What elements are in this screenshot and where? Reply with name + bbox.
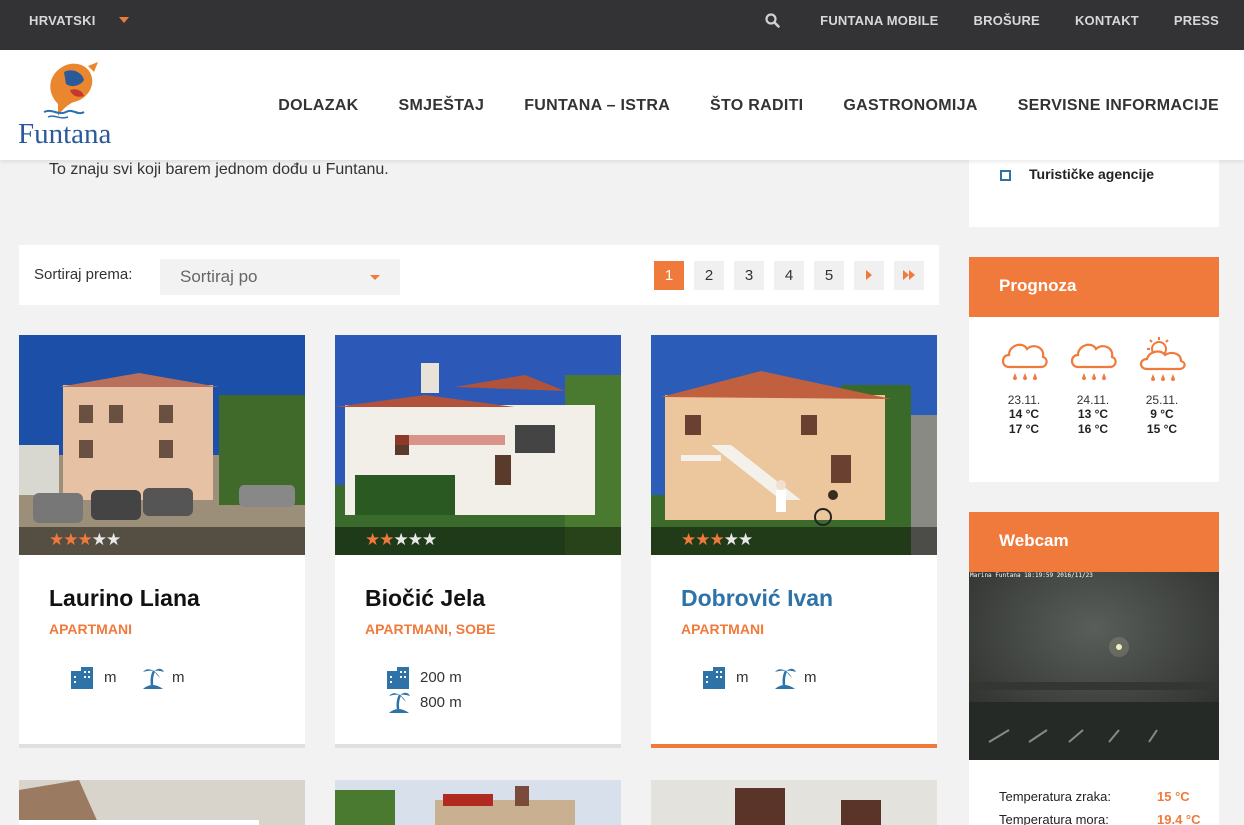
sun-rain-cloud-icon	[1139, 337, 1186, 381]
distance-beach: 800 m	[420, 694, 462, 711]
rating-bar: ★★★★★	[651, 527, 937, 555]
top-link-brochures[interactable]: BROŠURE	[974, 13, 1040, 28]
forecast-panel: 23.11. 14 °C 17 °C 24.11. 13 °C 16 °C 25…	[969, 317, 1219, 482]
logo-text: Funtana	[18, 118, 112, 150]
nav-service-info[interactable]: SERVISNE INFORMACIJE	[1018, 97, 1219, 115]
distance-beach: m	[804, 669, 817, 686]
filter-checkbox[interactable]	[1000, 170, 1011, 181]
webcam-timestamp: Marina Funtana 18:19:59 2016/11/23	[970, 572, 1093, 579]
nav-what-to-do[interactable]: ŠTO RADITI	[710, 97, 803, 115]
page-3[interactable]: 3	[734, 261, 764, 290]
listing-card[interactable]: ★★★★★ Biočić Jela APARTMANI, SOBE 200 m …	[335, 335, 621, 748]
forecast-day: 25.11. 9 °C 15 °C	[1132, 335, 1192, 437]
rain-cloud-icon	[1001, 343, 1048, 380]
webcam-image[interactable]: Marina Funtana 18:19:59 2016/11/23	[969, 572, 1219, 760]
palm-beach-icon	[775, 668, 796, 689]
listing-photo[interactable]: ★★★★★	[651, 335, 937, 555]
page-5[interactable]: 5	[814, 261, 844, 290]
language-selector[interactable]: HRVATSKI	[29, 13, 96, 28]
distance-center: m	[104, 669, 117, 686]
listing-type: APARTMANI	[681, 621, 764, 637]
page-1[interactable]: 1	[654, 261, 684, 290]
pagination: 1 2 3 4 5	[654, 261, 924, 290]
page-4[interactable]: 4	[774, 261, 804, 290]
top-link-press[interactable]: PRESS	[1174, 13, 1219, 28]
forecast-title: Prognoza	[999, 276, 1077, 295]
star-rating: ★★★★★	[365, 530, 437, 550]
listing-name[interactable]: Laurino Liana	[49, 585, 200, 612]
listing-name[interactable]: Dobrović Ivan	[681, 585, 833, 612]
sort-label: Sortiraj prema:	[34, 266, 133, 283]
rating-bar: ★★★★★	[19, 527, 305, 555]
rain-cloud-icon	[1070, 343, 1117, 380]
chevron-down-icon	[370, 275, 380, 280]
webcam-header: Webcam	[969, 512, 1219, 572]
webcam-title: Webcam	[999, 531, 1069, 550]
sea-temp-value: 19.4 °C	[1157, 812, 1201, 825]
forecast-max: 16 °C	[1077, 422, 1109, 436]
building-icon	[703, 667, 725, 689]
listing-photo[interactable]: ★★★★★	[335, 335, 621, 555]
intro-text: To znaju svi koji barem jednom dođu u Fu…	[49, 161, 389, 178]
forecast-date: 25.11.	[1145, 393, 1179, 407]
star-rating: ★★★★★	[49, 530, 121, 550]
nav-arrival[interactable]: DOLAZAK	[278, 97, 358, 115]
rating-bar: ★★★★★	[335, 527, 621, 555]
forecast-date: 23.11.	[1007, 393, 1041, 407]
listing-card[interactable]: ★★★★★ Dobrović Ivan APARTMANI m m	[651, 335, 937, 748]
forecast-max: 17 °C	[1008, 422, 1040, 436]
listing-card-partial[interactable]	[19, 780, 305, 825]
listing-card-partial[interactable]	[651, 780, 937, 825]
air-temp-value: 15 °C	[1157, 789, 1190, 804]
distance-beach: m	[172, 669, 185, 686]
chevron-down-icon[interactable]	[119, 17, 129, 23]
distance-center: 200 m	[420, 669, 462, 686]
filter-panel: Turističke agencije	[969, 160, 1219, 227]
listing-card-partial[interactable]	[335, 780, 621, 825]
forecast-max: 15 °C	[1146, 422, 1178, 436]
listing-type: APARTMANI	[49, 621, 132, 637]
listing-card[interactable]: ★★★★★ Laurino Liana APARTMANI m m	[19, 335, 305, 748]
forecast-date: 24.11.	[1076, 393, 1110, 407]
forecast-min: 9 °C	[1150, 407, 1174, 421]
temperature-panel: Temperatura zraka: 15 °C Temperatura mor…	[969, 760, 1219, 825]
nav-funtana-istra[interactable]: FUNTANA – ISTRA	[524, 97, 670, 115]
forecast-min: 14 °C	[1008, 407, 1040, 421]
next-page-button[interactable]	[854, 261, 884, 290]
forecast-header: Prognoza	[969, 257, 1219, 317]
site-logo[interactable]: Funtana	[18, 60, 128, 152]
next-icon	[866, 270, 872, 280]
air-temp-label: Temperatura zraka:	[999, 789, 1111, 804]
fish-logo-icon	[43, 62, 98, 119]
last-page-button[interactable]	[894, 261, 924, 290]
palm-beach-icon	[389, 692, 410, 713]
top-link-mobile[interactable]: FUNTANA MOBILE	[820, 13, 938, 28]
nav-accommodation[interactable]: SMJEŠTAJ	[399, 97, 485, 115]
palm-beach-icon	[143, 668, 164, 689]
listing-type: APARTMANI, SOBE	[365, 621, 496, 637]
search-icon[interactable]	[764, 12, 782, 30]
main-header: Funtana DOLAZAK SMJEŠTAJ FUNTANA – ISTRA…	[0, 50, 1244, 160]
sea-temp-label: Temperatura mora:	[999, 812, 1109, 825]
listing-name[interactable]: Biočić Jela	[365, 585, 485, 612]
forecast-min: 13 °C	[1077, 407, 1109, 421]
sort-selected-value: Sortiraj po	[180, 267, 258, 286]
star-rating: ★★★★★	[681, 530, 753, 550]
distance-center: m	[736, 669, 749, 686]
forecast-day: 23.11. 14 °C 17 °C	[994, 335, 1054, 437]
sort-select[interactable]: Sortiraj po	[160, 259, 400, 295]
nav-gastronomy[interactable]: GASTRONOMIJA	[843, 97, 977, 115]
top-bar: HRVATSKI FUNTANA MOBILE BROŠURE KONTAKT …	[0, 0, 1244, 50]
page-2[interactable]: 2	[694, 261, 724, 290]
listing-photo[interactable]: ★★★★★	[19, 335, 305, 555]
building-icon	[387, 667, 409, 689]
sort-bar: Sortiraj prema: Sortiraj po 1 2 3 4 5	[19, 245, 939, 305]
filter-label[interactable]: Turističke agencije	[1029, 166, 1154, 182]
building-icon	[71, 667, 93, 689]
forecast-day: 24.11. 13 °C 16 °C	[1063, 335, 1123, 437]
top-link-contact[interactable]: KONTAKT	[1075, 13, 1139, 28]
